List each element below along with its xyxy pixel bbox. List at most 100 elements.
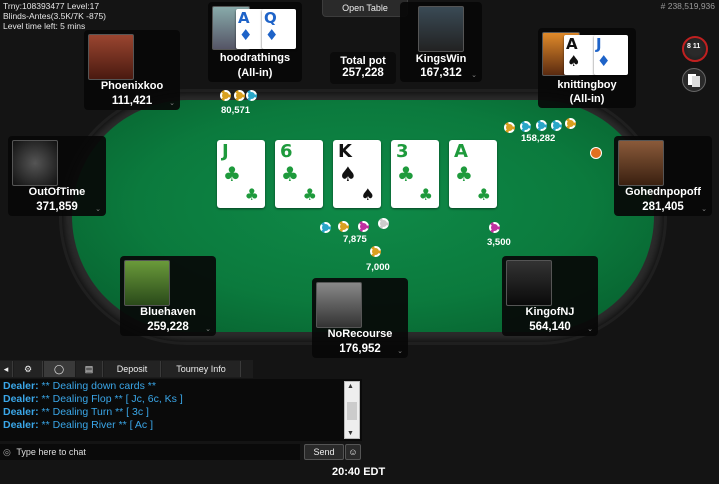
chip-icon [551, 120, 562, 131]
player-name: knittingboy [557, 79, 617, 91]
player-stack: 111,421 [111, 95, 153, 107]
avatar [124, 260, 170, 306]
player-stack: 167,312 [420, 67, 462, 79]
player-name: Gohednpopoff [625, 186, 701, 198]
chip-icon [358, 221, 369, 232]
player-stack: 371,859 [36, 201, 78, 213]
avatar [418, 6, 464, 52]
deposit-tab[interactable]: Deposit [104, 361, 161, 377]
card-suit: ♣ [302, 185, 317, 204]
player-name: NoRecourse [327, 328, 393, 340]
chevron-down-icon[interactable]: ⌄ [471, 71, 477, 79]
player-stack: 564,140 [529, 321, 571, 333]
card-suit: ♣ [418, 185, 433, 204]
emoji-button[interactable]: ☺ [345, 444, 361, 460]
player-stack: 281,405 [642, 201, 684, 213]
seat-knittingboy[interactable]: A ♠ J ♦ knittingboy (All-in) [538, 28, 636, 108]
open-table-button[interactable]: Open Table [322, 0, 408, 17]
bet-amount: 3,500 [487, 237, 511, 248]
cards-icon[interactable] [682, 68, 706, 92]
chat-message: Dealer: ** Dealing down cards ** [3, 380, 156, 392]
seat-phoenixkoo[interactable]: Phoenixkoo 111,421 ⌄ [84, 30, 180, 110]
chip-icon [370, 246, 381, 257]
tournament-level: Trny:108393477 Level:17 [3, 1, 100, 11]
send-button[interactable]: Send [304, 444, 344, 460]
lobby-badge-icon[interactable]: 8 11 [682, 36, 708, 62]
chevron-down-icon[interactable]: ⌄ [95, 205, 101, 213]
seat-kingofnj[interactable]: KingofNJ 564,140 ⌄ [502, 256, 598, 336]
player-name: Phoenixkoo [100, 80, 164, 92]
pot-value: 257,228 [342, 67, 384, 79]
blinds-antes: Blinds-Antes(3.5K/7K -875) [3, 11, 106, 21]
seat-outoftime[interactable]: OutOfTime 371,859 ⌄ [8, 136, 106, 216]
card-suit: ♠ [360, 185, 375, 204]
chip-icon [338, 221, 349, 232]
scroll-thumb[interactable] [347, 402, 357, 420]
scroll-up-icon[interactable]: ▲ [347, 383, 354, 390]
seat-kingswin[interactable]: KingsWin 167,312 ⌄ [400, 2, 482, 82]
card-rank: J [222, 141, 229, 162]
chevron-down-icon[interactable]: ⌄ [701, 205, 707, 213]
hole-card-1: A ♠ [564, 35, 598, 75]
dealer-button-icon [590, 147, 602, 159]
clock: 20:40 EDT [332, 466, 386, 478]
chip-icon [489, 222, 500, 233]
seat-bluehaven[interactable]: Bluehaven 259,228 ⌄ [120, 256, 216, 336]
chat-log: Dealer: ** Dealing down cards ** Dealer:… [0, 379, 362, 441]
card-rank: 6 [280, 141, 293, 162]
avatar [12, 140, 58, 186]
bet-amount: 158,282 [521, 133, 556, 144]
scroll-down-icon[interactable]: ▼ [347, 430, 354, 437]
tourney-info-tab[interactable]: Tourney Info [162, 361, 241, 377]
board-card: 6 ♣ ♣ [275, 140, 323, 208]
seat-norecourse[interactable]: NoRecourse 176,952 ⌄ [312, 278, 408, 358]
pot-label: Total pot [340, 55, 386, 67]
card-suit: ♣ [397, 162, 415, 186]
board-card: A ♣ ♣ [449, 140, 497, 208]
seat-gohednpopoff[interactable]: Gohednpopoff 281,405 ⌄ [614, 136, 712, 216]
avatar [506, 260, 552, 306]
chat-messages: Dealer: ** Dealing down cards ** Dealer:… [0, 379, 362, 432]
player-name: KingofNJ [525, 306, 575, 318]
seat-hoodrathings[interactable]: A ♦ Q ♦ hoodrathings (All-in) [208, 2, 302, 82]
chat-message: Dealer: ** Dealing Turn ** [ 3c ] [3, 406, 149, 418]
hole-card-2: J ♦ [594, 35, 628, 75]
chip-icon [320, 222, 331, 233]
chevron-down-icon[interactable]: ⌄ [169, 99, 175, 107]
card-suit: ♣ [223, 162, 241, 186]
chevron-down-icon[interactable]: ⌄ [587, 325, 593, 333]
hand-number: # 238,519,936 [660, 1, 715, 11]
chat-bubble-icon[interactable]: ◯ [44, 361, 75, 377]
player-name: Bluehaven [140, 306, 196, 318]
chip-icon [378, 218, 389, 229]
card-suit: ♠ [339, 162, 357, 186]
tournament-info: Trny:108393477 Level:17 Blinds-Antes(3.5… [3, 1, 106, 31]
total-pot: Total pot 257,228 [330, 52, 396, 84]
card-suit: ♣ [476, 185, 491, 204]
board-card: 3 ♣ ♣ [391, 140, 439, 208]
card-suit: ♣ [455, 162, 473, 186]
collapse-chevron-icon[interactable]: ◂ [0, 361, 13, 377]
chip-icon [504, 122, 515, 133]
gear-icon[interactable]: ⚙ [14, 361, 43, 377]
chat-toolbar: ◂ ⚙ ◯ ▤ Deposit Tourney Info [0, 360, 253, 378]
player-status: (All-in) [237, 67, 273, 79]
chevron-down-icon[interactable]: ⌄ [397, 347, 403, 355]
avatar [316, 282, 362, 328]
chip-icon [246, 90, 257, 101]
avatar [618, 140, 664, 186]
player-name: OutOfTime [28, 186, 86, 198]
hole-card-2: Q ♦ [262, 9, 296, 49]
chat-input-icon: ◎ [3, 447, 11, 457]
chat-input[interactable]: ◎ Type here to chat [0, 444, 300, 460]
chat-message: Dealer: ** Dealing River ** [ Ac ] [3, 419, 153, 431]
chat-scrollbar[interactable]: ▲ ▼ [344, 381, 360, 439]
card-suit: ♣ [244, 185, 259, 204]
board-card: J ♣ ♣ [217, 140, 265, 208]
player-name: hoodrathings [219, 52, 291, 64]
chip-icon [565, 118, 576, 129]
card-suit: ♣ [281, 162, 299, 186]
chip-icon [220, 90, 231, 101]
notes-icon[interactable]: ▤ [76, 361, 103, 377]
chevron-down-icon[interactable]: ⌄ [205, 325, 211, 333]
